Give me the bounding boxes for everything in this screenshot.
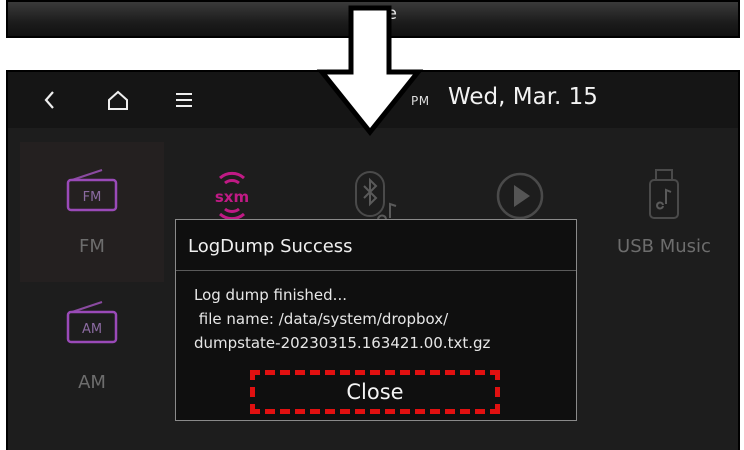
svg-text:FM: FM [83,190,102,205]
tile-am[interactable]: AM AM [20,288,164,428]
dialog-divider [176,270,576,271]
date-label: Wed, Mar. 15 [448,84,598,110]
sxm-icon: sxm [215,171,249,221]
svg-text:AM: AM [82,322,102,337]
tile-usb-label: USB Music [617,236,711,257]
tile-usb-music[interactable]: USB Music [592,142,736,282]
chevron-left-icon[interactable] [36,86,64,114]
fm-radio-icon: FM [66,169,118,212]
am-radio-icon: AM [66,301,118,344]
dialog-title: LogDump Success [188,236,353,257]
logdump-dialog: LogDump Success Log dump finished... fil… [175,219,577,421]
close-button[interactable]: Close [250,370,500,414]
sxm-badge: sxm [215,188,249,206]
tile-fm-label: FM [79,236,105,257]
bluetooth-audio-icon [355,171,397,225]
tile-am-label: AM [78,372,106,393]
hamburger-menu-icon[interactable] [170,86,198,114]
play-icon [496,172,544,220]
dialog-message-line-1: Log dump finished... [194,286,347,304]
tile-fm[interactable]: FM FM [20,142,164,282]
usb-music-icon [649,169,679,219]
dialog-message-line-2: file name: /data/system/dropbox/ [194,310,449,328]
arrow-down-icon [316,5,424,137]
dialog-message-line-3: dumpstate-20230315.163421.00.txt.gz [194,334,491,352]
home-icon[interactable] [104,86,132,114]
